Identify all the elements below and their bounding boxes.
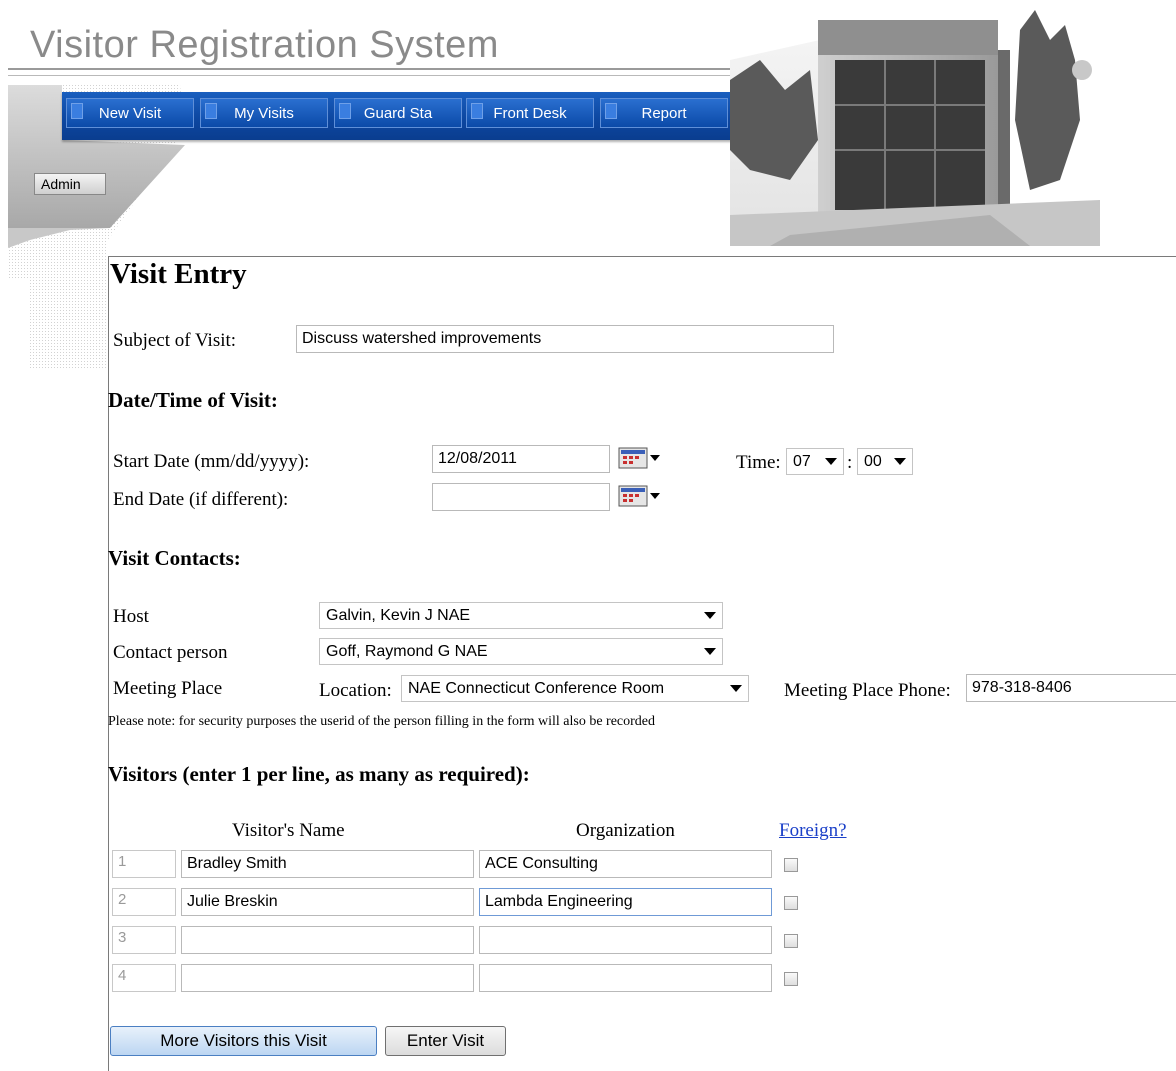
minute-select[interactable]: 00 <box>857 448 913 475</box>
visitor-name-input[interactable] <box>181 926 474 954</box>
meeting-phone-label: Meeting Place Phone: <box>784 680 951 701</box>
meeting-place-label: Meeting Place <box>113 678 223 699</box>
visitor-row-number: 1 <box>112 850 176 878</box>
visitor-name-input[interactable]: Julie Breskin <box>181 888 474 916</box>
chevron-down-icon <box>825 458 837 465</box>
subject-input[interactable]: Discuss watershed improvements <box>296 325 834 353</box>
time-separator: : <box>847 452 853 473</box>
start-date-input[interactable]: 12/08/2011 <box>432 445 610 473</box>
start-date-label: Start Date (mm/dd/yyyy): <box>113 451 310 472</box>
admin-button[interactable]: Admin <box>34 173 106 195</box>
contact-person-label: Contact person <box>113 642 228 663</box>
host-value: Galvin, Kevin J NAE <box>326 607 471 624</box>
visitor-org-input[interactable]: ACE Consulting <box>479 850 772 878</box>
nav-guard-station-label: Guard Sta <box>363 104 433 122</box>
chevron-down-icon <box>730 685 742 692</box>
enter-visit-button[interactable]: Enter Visit <box>385 1026 506 1056</box>
end-date-calendar-icon[interactable] <box>618 484 662 509</box>
visitors-heading: Visitors (enter 1 per line, as many as r… <box>108 762 530 786</box>
security-note: Please note: for security purposes the u… <box>108 714 656 729</box>
foreign-checkbox[interactable] <box>784 972 798 986</box>
visitor-name-input[interactable] <box>181 964 474 992</box>
nav-guard-station[interactable]: Guard Sta <box>334 98 462 128</box>
visitor-row-number: 2 <box>112 888 176 916</box>
more-visitors-button[interactable]: More Visitors this Visit <box>110 1026 377 1056</box>
main-nav: New Visit My Visits Guard Sta Front Desk… <box>62 92 732 140</box>
location-select[interactable]: NAE Connecticut Conference Room <box>401 675 749 702</box>
contacts-heading: Visit Contacts: <box>108 546 241 570</box>
start-date-calendar-icon[interactable] <box>618 446 662 471</box>
subject-label: Subject of Visit: <box>113 330 237 351</box>
hour-value: 07 <box>793 453 811 470</box>
nav-my-visits-label: My Visits <box>234 104 294 122</box>
hour-select[interactable]: 07 <box>786 448 844 475</box>
nav-new-visit-label: New Visit <box>98 104 162 122</box>
foreign-checkbox[interactable] <box>784 934 798 948</box>
header-rule <box>8 68 738 70</box>
host-label: Host <box>113 606 149 627</box>
visitor-org-input[interactable] <box>479 964 772 992</box>
location-value: NAE Connecticut Conference Room <box>408 680 665 697</box>
foreign-checkbox[interactable] <box>784 858 798 872</box>
chevron-down-icon <box>894 458 906 465</box>
app-title: Visitor Registration System <box>30 24 499 66</box>
minute-value: 00 <box>864 453 882 470</box>
contact-person-value: Goff, Raymond G NAE <box>326 643 488 660</box>
visitor-row-number: 3 <box>112 926 176 954</box>
nav-page-icon <box>471 103 483 119</box>
time-label: Time: <box>736 452 781 473</box>
foreign-checkbox[interactable] <box>784 896 798 910</box>
visitor-name-header: Visitor's Name <box>232 820 345 841</box>
visitor-org-input[interactable] <box>479 926 772 954</box>
content-top-border <box>108 256 1176 257</box>
nav-page-icon <box>339 103 351 119</box>
location-label: Location: <box>319 680 392 701</box>
nav-page-icon <box>71 103 83 119</box>
nav-page-icon <box>605 103 617 119</box>
host-select[interactable]: Galvin, Kevin J NAE <box>319 602 723 629</box>
meeting-phone-input[interactable]: 978-318-8406 <box>966 674 1176 702</box>
end-date-input[interactable] <box>432 483 610 511</box>
content-left-border <box>108 256 109 1071</box>
foreign-help-link[interactable]: Foreign? <box>779 820 847 842</box>
nav-new-visit[interactable]: New Visit <box>66 98 194 128</box>
end-date-label: End Date (if different): <box>113 489 289 510</box>
contact-person-select[interactable]: Goff, Raymond G NAE <box>319 638 723 665</box>
nav-front-desk[interactable]: Front Desk <box>466 98 594 128</box>
nav-report[interactable]: Report <box>600 98 728 128</box>
page-title: Visit Entry <box>110 258 247 290</box>
nav-page-icon <box>205 103 217 119</box>
chevron-down-icon <box>704 648 716 655</box>
nav-report-label: Report <box>641 104 687 122</box>
organization-header: Organization <box>576 820 675 841</box>
nav-front-desk-label: Front Desk <box>493 104 567 122</box>
header-rule-2 <box>8 75 738 76</box>
visitor-row-number: 4 <box>112 964 176 992</box>
datetime-heading: Date/Time of Visit: <box>108 388 278 412</box>
building-photo <box>730 0 1100 246</box>
chevron-down-icon <box>704 612 716 619</box>
nav-my-visits[interactable]: My Visits <box>200 98 328 128</box>
visitor-name-input[interactable]: Bradley Smith <box>181 850 474 878</box>
visitor-org-input[interactable]: Lambda Engineering <box>479 888 772 916</box>
